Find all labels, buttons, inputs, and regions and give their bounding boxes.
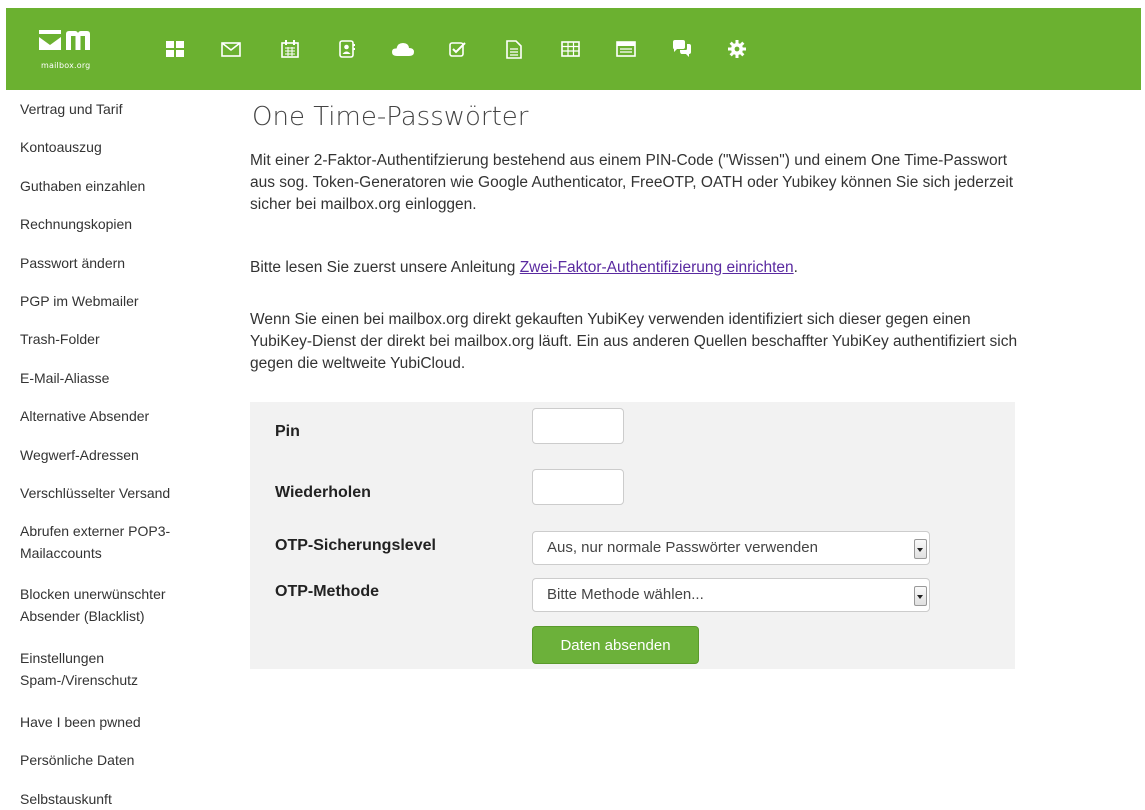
sidebar-item-versand[interactable]: Verschlüsselter Versand: [20, 482, 220, 504]
chat-icon[interactable]: [671, 38, 693, 60]
contacts-icon[interactable]: [336, 38, 358, 60]
otp-method-value: Bitte Methode wählen...: [547, 586, 704, 603]
spreadsheet-icon[interactable]: [559, 38, 581, 60]
sidebar-item-trash[interactable]: Trash-Folder: [20, 328, 220, 350]
otp-level-label: OTP-Sicherungslevel: [275, 537, 436, 554]
sidebar-item-blacklist[interactable]: Blocken unerwünschter Absender (Blacklis…: [20, 583, 205, 627]
logo-text: mailbox.org: [41, 61, 91, 70]
sidebar-item-wegwerf[interactable]: Wegwerf-Adressen: [20, 444, 220, 466]
otp-level-value: Aus, nur normale Passwörter verwenden: [547, 539, 818, 556]
dropdown-arrow-icon: [914, 586, 927, 606]
sidebar-item-guthaben[interactable]: Guthaben einzahlen: [20, 175, 220, 197]
mailbox-logo-icon: [39, 30, 90, 50]
sidebar-item-aliasse[interactable]: E-Mail-Aliasse: [20, 367, 220, 389]
tasks-icon[interactable]: [447, 38, 469, 60]
otp-level-select[interactable]: Aus, nur normale Passwörter verwenden: [532, 531, 930, 565]
guide-link[interactable]: Zwei-Faktor-Authentifizierung einrichten: [520, 259, 794, 276]
dropdown-arrow-icon: [914, 539, 927, 559]
sidebar-item-selbstauskunft[interactable]: Selbstauskunft: [20, 788, 220, 810]
pin-input[interactable]: [532, 408, 624, 444]
sidebar-item-pgp[interactable]: PGP im Webmailer: [20, 290, 220, 312]
submit-button[interactable]: Daten absenden: [532, 626, 699, 664]
guide-prefix: Bitte lesen Sie zuerst unsere Anleitung: [250, 259, 520, 276]
document-icon[interactable]: [503, 38, 525, 60]
sidebar-item-persoenliche-daten[interactable]: Persönliche Daten: [20, 749, 220, 771]
otp-method-select[interactable]: Bitte Methode wählen...: [532, 578, 930, 612]
top-navigation-bar: mailbox.org: [6, 8, 1141, 90]
sidebar-item-rechnungskopien[interactable]: Rechnungskopien: [20, 213, 220, 235]
guide-text: Bitte lesen Sie zuerst unsere Anleitung …: [250, 257, 1030, 279]
sidebar-item-absender[interactable]: Alternative Absender: [20, 405, 220, 427]
mailbox-logo[interactable]: mailbox.org: [39, 28, 109, 76]
otp-method-label: OTP-Methode: [275, 583, 379, 600]
repeat-label: Wiederholen: [275, 484, 371, 501]
pin-label: Pin: [275, 423, 300, 440]
sidebar-item-passwort[interactable]: Passwort ändern: [20, 252, 220, 274]
apps-grid-icon[interactable]: [164, 38, 186, 60]
settings-gear-icon[interactable]: [726, 38, 748, 60]
mail-icon[interactable]: [220, 38, 242, 60]
otp-form: Pin Wiederholen OTP-Sicherungslevel Aus,…: [250, 402, 1015, 669]
yubikey-note: Wenn Sie einen bei mailbox.org direkt ge…: [250, 311, 1018, 372]
cloud-icon[interactable]: [392, 38, 414, 60]
sidebar-item-pop3[interactable]: Abrufen externer POP3-Mailaccounts: [20, 520, 210, 564]
page-title: One Time-Passwörter: [252, 102, 529, 132]
repeat-pin-input[interactable]: [532, 469, 624, 505]
guide-suffix: .: [793, 259, 798, 276]
presentation-icon[interactable]: [615, 38, 637, 60]
sidebar-item-kontoauszug[interactable]: Kontoauszug: [20, 136, 220, 158]
sidebar-item-pwned[interactable]: Have I been pwned: [20, 711, 220, 733]
intro-text: Mit einer 2-Faktor-Authentifzierung best…: [250, 152, 1014, 213]
sidebar-item-vertrag[interactable]: Vertrag und Tarif: [20, 98, 220, 120]
sidebar-item-spamschutz[interactable]: Einstellungen Spam-/Virenschutz: [20, 647, 200, 691]
calendar-icon[interactable]: [279, 38, 301, 60]
